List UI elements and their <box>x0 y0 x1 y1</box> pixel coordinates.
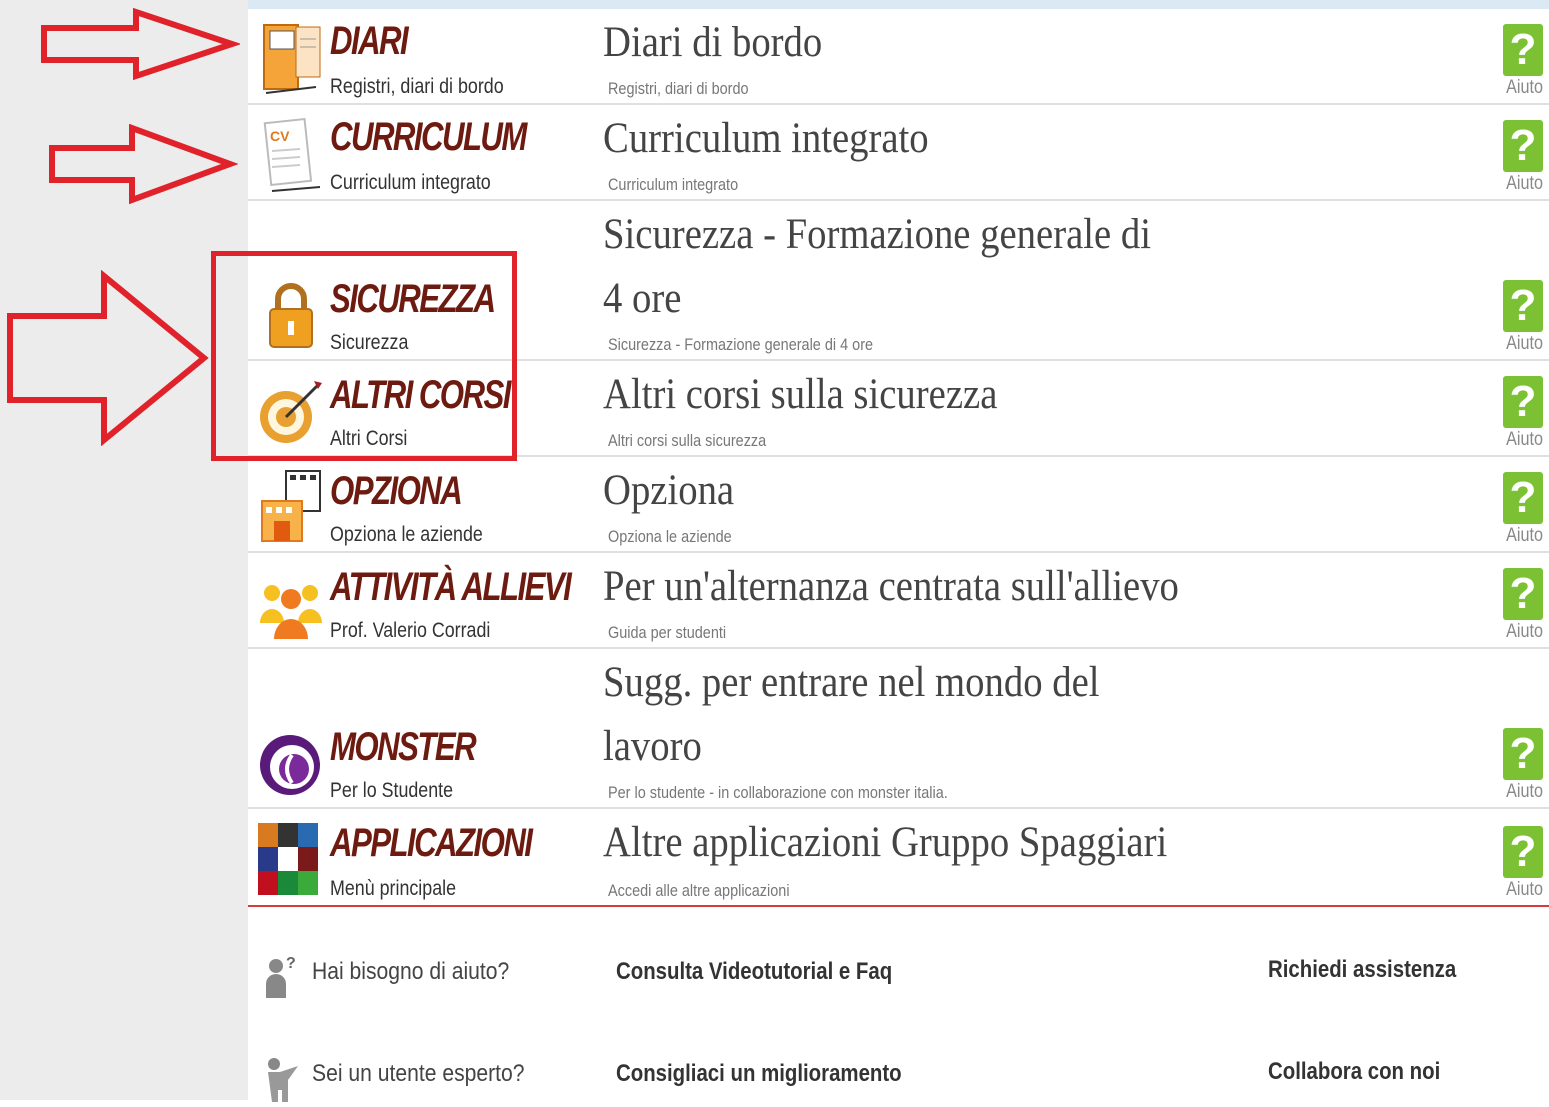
svg-text:?: ? <box>286 955 296 972</box>
menu-row-curriculum[interactable]: CV CURRICULUM Curriculum integrato Curri… <box>248 105 1549 201</box>
row-subtitle: Curriculum integrato <box>330 171 491 194</box>
person-question-icon: ? <box>262 952 302 1000</box>
row-description[interactable]: Curriculum integrato <box>603 107 1179 171</box>
row-small-text: Accedi alle altre applicazioni <box>608 881 790 900</box>
notebook-icon <box>256 17 326 97</box>
svg-text:CV: CV <box>270 128 290 144</box>
row-description[interactable]: Altri corsi sulla sicurezza <box>603 363 1179 427</box>
monster-logo-icon <box>256 721 326 801</box>
help-label: Aiuto <box>1506 77 1543 98</box>
highlight-box <box>211 251 517 461</box>
row-subtitle: Prof. Valerio Corradi <box>330 619 491 642</box>
red-arrow-3-icon <box>7 270 209 446</box>
question-icon: ? <box>1503 568 1543 620</box>
row-title[interactable]: CURRICULUM <box>330 115 527 160</box>
question-icon: ? <box>1503 472 1543 524</box>
help-label: Aiuto <box>1506 429 1543 450</box>
row-description[interactable]: Opziona <box>603 459 1179 523</box>
row-title[interactable]: OPZIONA <box>330 469 463 514</box>
help-button[interactable]: ? Aiuto <box>1503 472 1545 547</box>
superhero-icon <box>262 1054 302 1102</box>
footer-expert-row: Sei un utente esperto? Consigliaci un mi… <box>248 1046 1549 1106</box>
help-button[interactable]: ? Aiuto <box>1503 728 1545 803</box>
row-title[interactable]: ATTIVITÀ ALLIEVI <box>330 565 572 610</box>
menu-row-monster[interactable]: MONSTER Per lo Studente Sugg. per entrar… <box>248 649 1549 809</box>
row-small-text: Opziona le aziende <box>608 527 732 546</box>
question-icon: ? <box>1503 280 1543 332</box>
suggest-improvement-link[interactable]: Consigliaci un miglioramento <box>616 1060 902 1088</box>
buildings-icon <box>256 465 326 545</box>
request-assistance-link[interactable]: Richiedi assistenza <box>1268 956 1456 984</box>
question-icon: ? <box>1503 728 1543 780</box>
row-description[interactable]: Diari di bordo <box>603 11 1179 75</box>
help-button[interactable]: ? Aiuto <box>1503 280 1545 355</box>
menu-row-diari[interactable]: DIARI Registri, diari di bordo Diari di … <box>248 9 1549 105</box>
row-description[interactable]: Sicurezza - Formazione generale di 4 ore <box>603 203 1179 331</box>
row-subtitle: Opziona le aziende <box>330 523 483 546</box>
question-icon: ? <box>1503 24 1543 76</box>
help-label: Aiuto <box>1506 621 1543 642</box>
help-button[interactable]: ? Aiuto <box>1503 24 1545 99</box>
row-subtitle: Per lo Studente <box>330 779 454 802</box>
menu-row-attivita-allievi[interactable]: ATTIVITÀ ALLIEVI Prof. Valerio Corradi P… <box>248 553 1549 649</box>
help-question-label: Hai bisogno di aiuto? <box>312 958 510 985</box>
apps-grid-icon <box>256 819 326 899</box>
question-icon: ? <box>1503 826 1543 878</box>
row-title[interactable]: DIARI <box>330 19 409 64</box>
top-strip <box>248 0 1549 9</box>
students-icon <box>256 561 326 641</box>
row-subtitle: Menù principale <box>330 877 457 900</box>
videotutorial-faq-link[interactable]: Consulta Videotutorial e Faq <box>616 958 892 986</box>
cv-document-icon: CV <box>256 113 326 193</box>
menu-row-applicazioni[interactable]: APPLICAZIONI Menù principale Altre appli… <box>248 809 1549 907</box>
help-button[interactable]: ? Aiuto <box>1503 376 1545 451</box>
row-small-text: Registri, diari di bordo <box>608 79 749 98</box>
row-title[interactable]: MONSTER <box>330 725 477 770</box>
help-label: Aiuto <box>1506 879 1543 900</box>
row-small-text: Sicurezza - Formazione generale di 4 ore <box>608 335 874 354</box>
red-arrow-2-icon <box>49 124 238 205</box>
row-small-text: Guida per studenti <box>608 623 727 642</box>
footer-help-row: ? Hai bisogno di aiuto? Consulta Videotu… <box>248 944 1549 1004</box>
row-description[interactable]: Sugg. per entrare nel mondo del lavoro <box>603 651 1179 779</box>
row-description[interactable]: Per un'alternanza centrata sull'allievo <box>603 555 1179 619</box>
question-icon: ? <box>1503 376 1543 428</box>
row-subtitle: Registri, diari di bordo <box>330 75 504 98</box>
row-small-text: Curriculum integrato <box>608 175 739 194</box>
row-small-text: Per lo studente - in collaborazione con … <box>608 783 948 802</box>
row-small-text: Altri corsi sulla sicurezza <box>608 431 767 450</box>
row-description[interactable]: Altre applicazioni Gruppo Spaggiari <box>603 811 1179 875</box>
row-title[interactable]: APPLICAZIONI <box>330 821 533 866</box>
help-button[interactable]: ? Aiuto <box>1503 826 1545 901</box>
help-button[interactable]: ? Aiuto <box>1503 568 1545 643</box>
help-label: Aiuto <box>1506 525 1543 546</box>
expert-question-label: Sei un utente esperto? <box>312 1060 525 1087</box>
help-label: Aiuto <box>1506 781 1543 802</box>
help-label: Aiuto <box>1506 333 1543 354</box>
collaborate-link[interactable]: Collabora con noi <box>1268 1058 1440 1086</box>
help-button[interactable]: ? Aiuto <box>1503 120 1545 195</box>
help-label: Aiuto <box>1506 173 1543 194</box>
menu-row-opziona[interactable]: OPZIONA Opziona le aziende Opziona Opzio… <box>248 457 1549 553</box>
question-icon: ? <box>1503 120 1543 172</box>
red-arrow-1-icon <box>41 8 240 80</box>
